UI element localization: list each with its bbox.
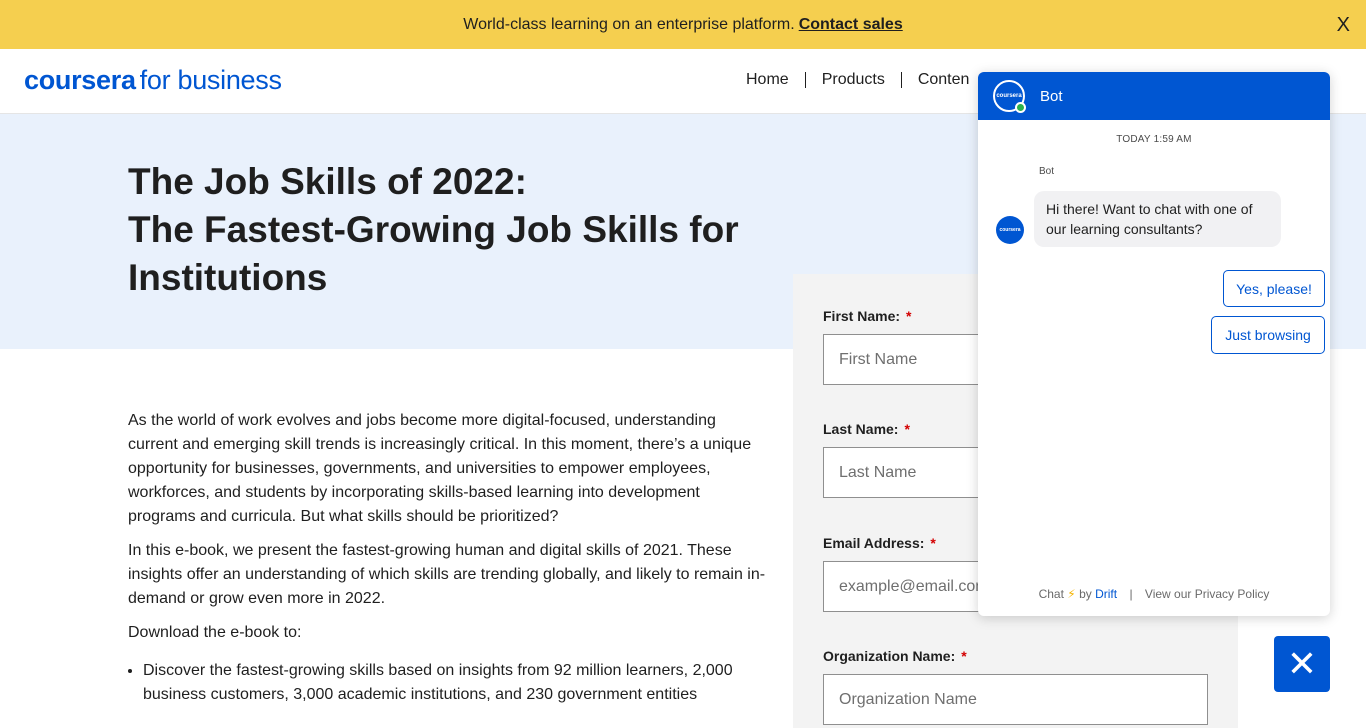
banner-text: World-class learning on an enterprise pl… xyxy=(463,15,795,33)
page-title-line1: The Job Skills of 2022: xyxy=(128,161,527,202)
page-title: The Job Skills of 2022: The Fastest-Grow… xyxy=(128,158,748,302)
online-status-icon xyxy=(1015,102,1026,113)
footer-divider: | xyxy=(1129,587,1133,601)
page-title-line2: The Fastest-Growing Job Skills for Insti… xyxy=(128,209,739,298)
bot-avatar: coursera xyxy=(993,80,1026,113)
nav-item-content[interactable]: Conten xyxy=(902,71,986,89)
chat-footer: Chat ⚡ by Drift | View our Privacy Polic… xyxy=(978,587,1330,601)
list-item: Discover the fastest-growing skills base… xyxy=(143,659,768,707)
email-label-text: Email Address: xyxy=(823,535,925,551)
avatar-label: coursera xyxy=(996,93,1022,99)
chat-close-button[interactable]: ✕ xyxy=(1274,636,1330,692)
banner-close-button[interactable]: X xyxy=(1337,14,1350,37)
chat-bot-name: Bot xyxy=(1040,87,1063,105)
contact-sales-link[interactable]: Contact sales xyxy=(799,16,903,34)
privacy-policy-link[interactable]: View our Privacy Policy xyxy=(1145,587,1270,601)
coursera-logo[interactable]: coursera for business xyxy=(24,65,282,96)
bot-message: Hi there! Want to chat with one of our l… xyxy=(1034,191,1281,247)
logo-brand: coursera xyxy=(24,65,136,95)
chat-header: coursera Bot xyxy=(978,72,1330,120)
logo-suffix: for business xyxy=(139,65,282,95)
message-sender: Bot xyxy=(1039,166,1055,177)
first-name-label-text: First Name: xyxy=(823,308,901,324)
nav-item-products[interactable]: Products xyxy=(806,71,901,89)
chat-timestamp: TODAY 1:59 AM xyxy=(1116,134,1192,145)
message-avatar: coursera xyxy=(996,216,1024,244)
reply-browsing-button[interactable]: Just browsing xyxy=(1211,316,1325,354)
main-nav: Home Products Conten xyxy=(730,71,985,89)
nav-item-home[interactable]: Home xyxy=(730,71,805,89)
intro-paragraph: As the world of work evolves and jobs be… xyxy=(128,412,752,525)
organization-label: Organization Name: * xyxy=(823,648,1208,664)
organization-field[interactable] xyxy=(823,674,1208,725)
download-lead: Download the e-book to: xyxy=(128,624,302,641)
chat-widget: coursera Bot TODAY 1:59 AM Bot coursera … xyxy=(978,72,1330,616)
reply-yes-button[interactable]: Yes, please! xyxy=(1223,270,1325,307)
bolt-icon: ⚡ xyxy=(1067,587,1076,601)
footer-chat-text: Chat xyxy=(1038,587,1064,601)
close-icon: ✕ xyxy=(1286,643,1318,684)
footer-by-text: by xyxy=(1079,587,1092,601)
required-marker: * xyxy=(906,308,912,324)
required-marker: * xyxy=(930,535,936,551)
required-marker: * xyxy=(961,648,967,664)
required-marker: * xyxy=(904,421,910,437)
drift-link[interactable]: Drift xyxy=(1095,587,1117,601)
ebook-paragraph: In this e-book, we present the fastest-g… xyxy=(128,542,766,607)
organization-label-text: Organization Name: xyxy=(823,648,956,664)
avatar-label: coursera xyxy=(999,227,1021,233)
organization-group: Organization Name: * xyxy=(823,648,1208,725)
benefits-list: Discover the fastest-growing skills base… xyxy=(143,659,768,707)
article-body: As the world of work evolves and jobs be… xyxy=(128,409,768,707)
last-name-label-text: Last Name: xyxy=(823,421,899,437)
promo-banner: World-class learning on an enterprise pl… xyxy=(0,0,1366,49)
